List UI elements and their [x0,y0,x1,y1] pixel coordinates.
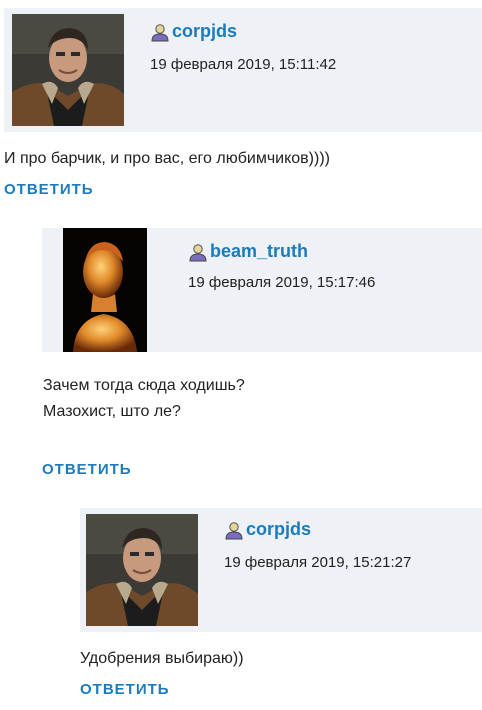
username-link[interactable]: beam_truth [210,241,308,262]
comment-body: Удобрения выбираю)) [80,646,244,672]
username-link[interactable]: corpjds [172,21,237,42]
comment-timestamp: 19 февраля 2019, 15:17:46 [188,274,376,291]
comment-line: Удобрения выбираю)) [80,650,244,667]
user-icon [224,520,244,540]
username-link[interactable]: corpjds [246,519,311,540]
reply-button[interactable]: Ответить [4,181,94,198]
user-icon [150,22,170,42]
comment-timestamp: 19 февраля 2019, 15:11:42 [150,56,337,73]
comment-line: И про барчик, и про вас, его любимчиков)… [4,150,330,167]
comment-line: Зачем тогда сюда ходишь? [43,377,245,394]
comment-body: И про барчик, и про вас, его любимчиков)… [4,146,330,172]
reply-button[interactable]: Ответить [42,461,132,478]
user-icon [188,242,208,262]
avatar[interactable] [86,514,198,626]
user-row: corpjds [224,519,311,540]
comment-header: corpjds 19 февраля 2019, 15:21:27 [80,508,482,632]
comment-body: Зачем тогда сюда ходишь? Мазохист, што л… [43,373,245,425]
avatar[interactable] [12,14,124,126]
reply-button[interactable]: Ответить [80,681,170,698]
comment-timestamp: 19 февраля 2019, 15:21:27 [224,554,412,571]
comment-header: beam_truth 19 февраля 2019, 15:17:46 [42,228,482,352]
comment-line: Мазохист, што ле? [43,403,181,420]
user-row: corpjds [150,21,237,42]
comment-header: corpjds 19 февраля 2019, 15:11:42 [4,8,482,132]
user-row: beam_truth [188,241,308,262]
avatar[interactable] [63,228,147,352]
